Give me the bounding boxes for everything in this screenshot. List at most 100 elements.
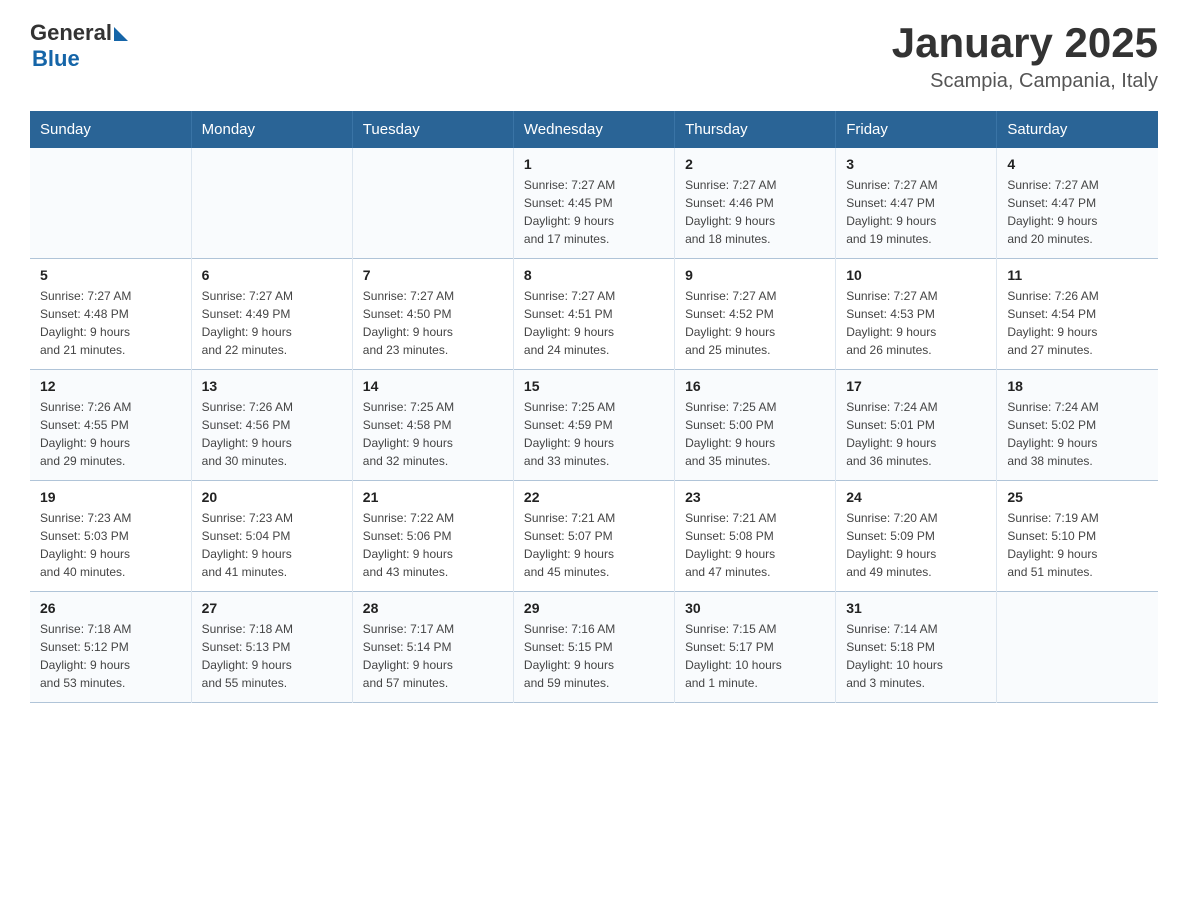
day-number: 24: [846, 489, 986, 505]
calendar-week-row: 1 Sunrise: 7:27 AM Sunset: 4:45 PM Daylig…: [30, 148, 1158, 259]
day-info: Sunrise: 7:21 AM Sunset: 5:07 PM Dayligh…: [524, 509, 664, 581]
day-info: Sunrise: 7:18 AM Sunset: 5:13 PM Dayligh…: [202, 620, 342, 692]
day-info: Sunrise: 7:27 AM Sunset: 4:47 PM Dayligh…: [1007, 176, 1148, 248]
table-row: 12 Sunrise: 7:26 AM Sunset: 4:55 PM Dayli…: [30, 370, 191, 481]
day-info: Sunrise: 7:27 AM Sunset: 4:53 PM Dayligh…: [846, 287, 986, 359]
table-row: [997, 592, 1158, 703]
calendar-title: January 2025: [892, 20, 1158, 66]
table-row: 18Sunrise: 7:24 AM Sunset: 5:02 PM Dayli…: [997, 370, 1158, 481]
day-info: Sunrise: 7:16 AM Sunset: 5:15 PM Dayligh…: [524, 620, 664, 692]
table-row: 8 Sunrise: 7:27 AM Sunset: 4:51 PM Daylig…: [513, 259, 674, 370]
day-number: 18: [1007, 378, 1148, 394]
header-monday: Monday: [191, 111, 352, 148]
day-info: Sunrise: 7:27 AM Sunset: 4:50 PM Dayligh…: [363, 287, 503, 359]
header-sunday: Sunday: [30, 111, 191, 148]
day-number: 14: [363, 378, 503, 394]
day-info: Sunrise: 7:25 AM Sunset: 5:00 PM Dayligh…: [685, 398, 825, 470]
day-number: 31: [846, 600, 986, 616]
day-number: 22: [524, 489, 664, 505]
table-row: 14 Sunrise: 7:25 AM Sunset: 4:58 PM Dayli…: [352, 370, 513, 481]
day-number: 27: [202, 600, 342, 616]
day-info: Sunrise: 7:27 AM Sunset: 4:47 PM Dayligh…: [846, 176, 986, 248]
table-row: [30, 148, 191, 259]
day-info: Sunrise: 7:26 AM Sunset: 4:54 PM Dayligh…: [1007, 287, 1148, 359]
table-row: 2 Sunrise: 7:27 AM Sunset: 4:46 PM Daylig…: [675, 148, 836, 259]
title-block: January 2025 Scampia, Campania, Italy: [892, 20, 1158, 93]
day-number: 20: [202, 489, 342, 505]
table-row: 19 Sunrise: 7:23 AM Sunset: 5:03 PM Dayli…: [30, 481, 191, 592]
header-wednesday: Wednesday: [513, 111, 674, 148]
day-info: Sunrise: 7:27 AM Sunset: 4:45 PM Dayligh…: [524, 176, 664, 248]
table-row: 5Sunrise: 7:27 AM Sunset: 4:48 PM Daylig…: [30, 259, 191, 370]
page-header: General Blue January 2025 Scampia, Campa…: [30, 20, 1158, 93]
day-number: 9: [685, 267, 825, 283]
calendar-week-row: 5Sunrise: 7:27 AM Sunset: 4:48 PM Daylig…: [30, 259, 1158, 370]
table-row: 25Sunrise: 7:19 AM Sunset: 5:10 PM Dayli…: [997, 481, 1158, 592]
day-info: Sunrise: 7:20 AM Sunset: 5:09 PM Dayligh…: [846, 509, 986, 581]
day-info: Sunrise: 7:21 AM Sunset: 5:08 PM Dayligh…: [685, 509, 825, 581]
day-info: Sunrise: 7:27 AM Sunset: 4:48 PM Dayligh…: [40, 287, 181, 359]
day-number: 12: [40, 378, 181, 394]
day-info: Sunrise: 7:27 AM Sunset: 4:46 PM Dayligh…: [685, 176, 825, 248]
day-info: Sunrise: 7:14 AM Sunset: 5:18 PM Dayligh…: [846, 620, 986, 692]
day-number: 19: [40, 489, 181, 505]
header-tuesday: Tuesday: [352, 111, 513, 148]
day-info: Sunrise: 7:15 AM Sunset: 5:17 PM Dayligh…: [685, 620, 825, 692]
header-saturday: Saturday: [997, 111, 1158, 148]
day-number: 2: [685, 156, 825, 172]
table-row: 26Sunrise: 7:18 AM Sunset: 5:12 PM Dayli…: [30, 592, 191, 703]
weekday-header-row: Sunday Monday Tuesday Wednesday Thursday…: [30, 111, 1158, 148]
table-row: 9 Sunrise: 7:27 AM Sunset: 4:52 PM Daylig…: [675, 259, 836, 370]
day-number: 3: [846, 156, 986, 172]
header-friday: Friday: [836, 111, 997, 148]
day-info: Sunrise: 7:26 AM Sunset: 4:55 PM Dayligh…: [40, 398, 181, 470]
table-row: 29Sunrise: 7:16 AM Sunset: 5:15 PM Dayli…: [513, 592, 674, 703]
header-thursday: Thursday: [675, 111, 836, 148]
day-number: 26: [40, 600, 181, 616]
day-number: 1: [524, 156, 664, 172]
day-info: Sunrise: 7:27 AM Sunset: 4:51 PM Dayligh…: [524, 287, 664, 359]
day-number: 4: [1007, 156, 1148, 172]
table-row: 6 Sunrise: 7:27 AM Sunset: 4:49 PM Daylig…: [191, 259, 352, 370]
day-info: Sunrise: 7:25 AM Sunset: 4:58 PM Dayligh…: [363, 398, 503, 470]
day-number: 21: [363, 489, 503, 505]
table-row: 22 Sunrise: 7:21 AM Sunset: 5:07 PM Dayli…: [513, 481, 674, 592]
table-row: 4 Sunrise: 7:27 AM Sunset: 4:47 PM Daylig…: [997, 148, 1158, 259]
table-row: [191, 148, 352, 259]
day-number: 30: [685, 600, 825, 616]
table-row: 10 Sunrise: 7:27 AM Sunset: 4:53 PM Dayli…: [836, 259, 997, 370]
table-row: 20Sunrise: 7:23 AM Sunset: 5:04 PM Dayli…: [191, 481, 352, 592]
calendar-table: Sunday Monday Tuesday Wednesday Thursday…: [30, 111, 1158, 703]
table-row: 13Sunrise: 7:26 AM Sunset: 4:56 PM Dayli…: [191, 370, 352, 481]
calendar-subtitle: Scampia, Campania, Italy: [892, 70, 1158, 93]
day-info: Sunrise: 7:27 AM Sunset: 4:52 PM Dayligh…: [685, 287, 825, 359]
logo-general: General: [30, 20, 112, 46]
table-row: 3 Sunrise: 7:27 AM Sunset: 4:47 PM Daylig…: [836, 148, 997, 259]
day-number: 13: [202, 378, 342, 394]
day-number: 17: [846, 378, 986, 394]
calendar-week-row: 19 Sunrise: 7:23 AM Sunset: 5:03 PM Dayli…: [30, 481, 1158, 592]
table-row: 11 Sunrise: 7:26 AM Sunset: 4:54 PM Dayli…: [997, 259, 1158, 370]
day-number: 8: [524, 267, 664, 283]
day-number: 16: [685, 378, 825, 394]
table-row: 23Sunrise: 7:21 AM Sunset: 5:08 PM Dayli…: [675, 481, 836, 592]
day-number: 6: [202, 267, 342, 283]
table-row: 1 Sunrise: 7:27 AM Sunset: 4:45 PM Daylig…: [513, 148, 674, 259]
table-row: 16 Sunrise: 7:25 AM Sunset: 5:00 PM Dayli…: [675, 370, 836, 481]
calendar-week-row: 12 Sunrise: 7:26 AM Sunset: 4:55 PM Dayli…: [30, 370, 1158, 481]
table-row: 30 Sunrise: 7:15 AM Sunset: 5:17 PM Dayli…: [675, 592, 836, 703]
day-info: Sunrise: 7:22 AM Sunset: 5:06 PM Dayligh…: [363, 509, 503, 581]
day-number: 10: [846, 267, 986, 283]
day-number: 15: [524, 378, 664, 394]
table-row: [352, 148, 513, 259]
day-info: Sunrise: 7:27 AM Sunset: 4:49 PM Dayligh…: [202, 287, 342, 359]
day-info: Sunrise: 7:23 AM Sunset: 5:03 PM Dayligh…: [40, 509, 181, 581]
table-row: 21 Sunrise: 7:22 AM Sunset: 5:06 PM Dayli…: [352, 481, 513, 592]
logo-blue: Blue: [32, 46, 128, 72]
logo-triangle-icon: [114, 27, 128, 41]
day-info: Sunrise: 7:25 AM Sunset: 4:59 PM Dayligh…: [524, 398, 664, 470]
day-number: 28: [363, 600, 503, 616]
day-number: 11: [1007, 267, 1148, 283]
logo: General Blue: [30, 20, 128, 72]
table-row: 27 Sunrise: 7:18 AM Sunset: 5:13 PM Dayli…: [191, 592, 352, 703]
